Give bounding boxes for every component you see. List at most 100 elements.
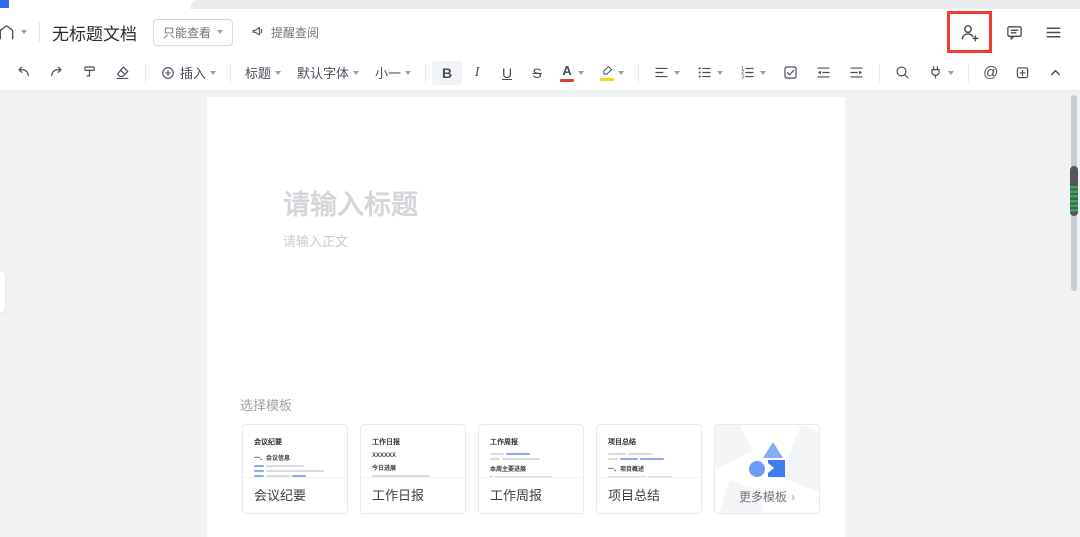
mention-at-label: @ (983, 64, 999, 81)
undo-button[interactable] (7, 60, 40, 85)
outdent-button[interactable] (807, 60, 840, 85)
comment-icon (1005, 23, 1024, 42)
bold-button[interactable]: B (432, 60, 463, 85)
side-panel-handle[interactable] (0, 272, 5, 312)
insert-comment-button[interactable] (1006, 60, 1039, 85)
template-preview: 项目总结 一、项目概述 (597, 425, 701, 483)
template-card-row: 会议纪要 一、会议信息 会议纪要 工作日报 XXXXXX 今日进展 工作日报 工… (242, 424, 820, 514)
italic-button[interactable]: I (462, 61, 492, 85)
template-card-label: 工作周报 (479, 477, 583, 513)
insert-label: 插入 (180, 66, 207, 81)
annotation-highlight-box (947, 11, 992, 53)
template-card-weekly-report[interactable]: 工作周报 本周主要进展 工作周报 (478, 424, 584, 514)
redo-icon (48, 64, 65, 81)
bold-label: B (442, 64, 453, 81)
preview-section: 一、项目概述 (608, 467, 645, 473)
chevron-down-icon (674, 70, 681, 75)
paragraph-style-label: 标题 (245, 66, 272, 81)
search-button[interactable] (886, 60, 919, 85)
indent-decrease-icon (815, 64, 832, 81)
chevron-down-icon (578, 70, 585, 75)
plus-circle-icon (160, 65, 176, 81)
preview-title: 项目总结 (608, 439, 636, 446)
hamburger-menu-icon (1044, 23, 1063, 42)
template-card-meeting-minutes[interactable]: 会议纪要 一、会议信息 会议纪要 (242, 424, 348, 514)
editor-canvas: 请输入标题 请输入正文 选择模板 会议纪要 一、会议信息 会议纪要 工作日报 X… (0, 91, 1080, 537)
template-card-label: 项目总结 (597, 477, 701, 513)
bullet-list-dropdown[interactable] (688, 60, 731, 85)
preview-line (254, 465, 336, 467)
underline-button[interactable]: U (492, 61, 522, 85)
underline-label: U (502, 64, 513, 81)
eraser-icon (114, 64, 131, 81)
header-divider (39, 22, 40, 42)
checklist-button[interactable] (774, 60, 807, 85)
toolbar-divider (425, 63, 427, 82)
comments-button[interactable] (1002, 20, 1027, 45)
chevron-down-icon (275, 70, 282, 75)
alignment-dropdown[interactable] (645, 60, 688, 85)
preview-line (608, 458, 690, 460)
chevron-down-icon (21, 30, 27, 34)
preview-title: 工作日报 (372, 439, 400, 446)
insert-button[interactable]: 插入 (152, 59, 224, 86)
preview-title: 工作周报 (490, 439, 518, 446)
template-card-daily-report[interactable]: 工作日报 XXXXXX 今日进展 工作日报 (360, 424, 466, 514)
font-color-button[interactable]: A (552, 59, 592, 86)
search-icon (894, 64, 911, 81)
redo-button[interactable] (40, 60, 73, 85)
chevron-down-icon (717, 70, 724, 75)
font-color-icon: A (560, 63, 575, 82)
font-size-label: 小一 (375, 66, 402, 81)
document-page[interactable]: 请输入标题 请输入正文 选择模板 会议纪要 一、会议信息 会议纪要 工作日报 X… (207, 97, 845, 537)
template-card-more[interactable]: 更多模板 › (714, 424, 820, 514)
preview-line (490, 453, 572, 455)
body-input-placeholder[interactable]: 请输入正文 (283, 231, 348, 250)
remind-review-label: 提醒查阅 (271, 25, 320, 40)
chevron-down-icon (405, 70, 412, 75)
toolbar-divider (145, 63, 146, 82)
font-size-dropdown[interactable]: 小一 (367, 59, 419, 86)
preview-section: 一、会议信息 (254, 456, 291, 462)
remind-review-button[interactable]: 提醒查阅 (251, 24, 319, 41)
menu-button[interactable] (1041, 20, 1066, 45)
paragraph-style-dropdown[interactable]: 标题 (237, 59, 289, 86)
more-templates-icon (715, 442, 819, 482)
chevron-down-icon (760, 70, 767, 75)
italic-label: I (474, 64, 480, 80)
numbered-list-dropdown[interactable]: 123 (731, 60, 774, 85)
scrollbar-thumb[interactable] (1070, 166, 1078, 216)
font-family-label: 默认字体 (297, 66, 350, 81)
indent-button[interactable] (840, 60, 873, 85)
document-title: 无标题文档 (52, 24, 137, 44)
strikethrough-button[interactable]: S (522, 61, 552, 85)
home-button[interactable] (0, 19, 29, 46)
preview-subtitle: XXXXXX (372, 453, 397, 459)
permission-dropdown[interactable]: 只能查看 (153, 18, 234, 46)
clear-format-button[interactable] (106, 60, 139, 85)
chevron-down-icon (618, 70, 625, 75)
square-shape (768, 460, 785, 477)
plugins-dropdown[interactable] (919, 60, 962, 85)
browser-tab-bar (190, 0, 1080, 9)
title-input-placeholder[interactable]: 请输入标题 (283, 183, 418, 222)
template-section-heading: 选择模板 (240, 398, 293, 413)
align-left-icon (653, 64, 670, 81)
format-painter-button[interactable] (73, 60, 106, 85)
formatting-toolbar: 插入 标题 默认字体 小一 B I U S A 1 2 3 @ (0, 55, 1080, 91)
indent-increase-icon (848, 64, 865, 81)
chevron-down-icon (948, 70, 955, 75)
add-collaborator-button[interactable] (956, 19, 983, 46)
highlight-color-button[interactable] (592, 61, 632, 85)
document-header: 无标题文档 只能查看 提醒查阅 (0, 9, 1080, 55)
font-family-dropdown[interactable]: 默认字体 (289, 59, 367, 86)
chevron-right-icon: › (791, 490, 795, 504)
permission-label: 只能查看 (163, 25, 212, 40)
comment-add-icon (1014, 64, 1031, 81)
template-card-label: 工作日报 (361, 477, 465, 513)
template-card-project-summary[interactable]: 项目总结 一、项目概述 项目总结 (596, 424, 702, 514)
mention-button[interactable]: @ (975, 60, 1006, 85)
toolbar-divider (968, 63, 970, 82)
collapse-toolbar-button[interactable] (1039, 60, 1072, 85)
toolbar-divider (230, 63, 232, 82)
